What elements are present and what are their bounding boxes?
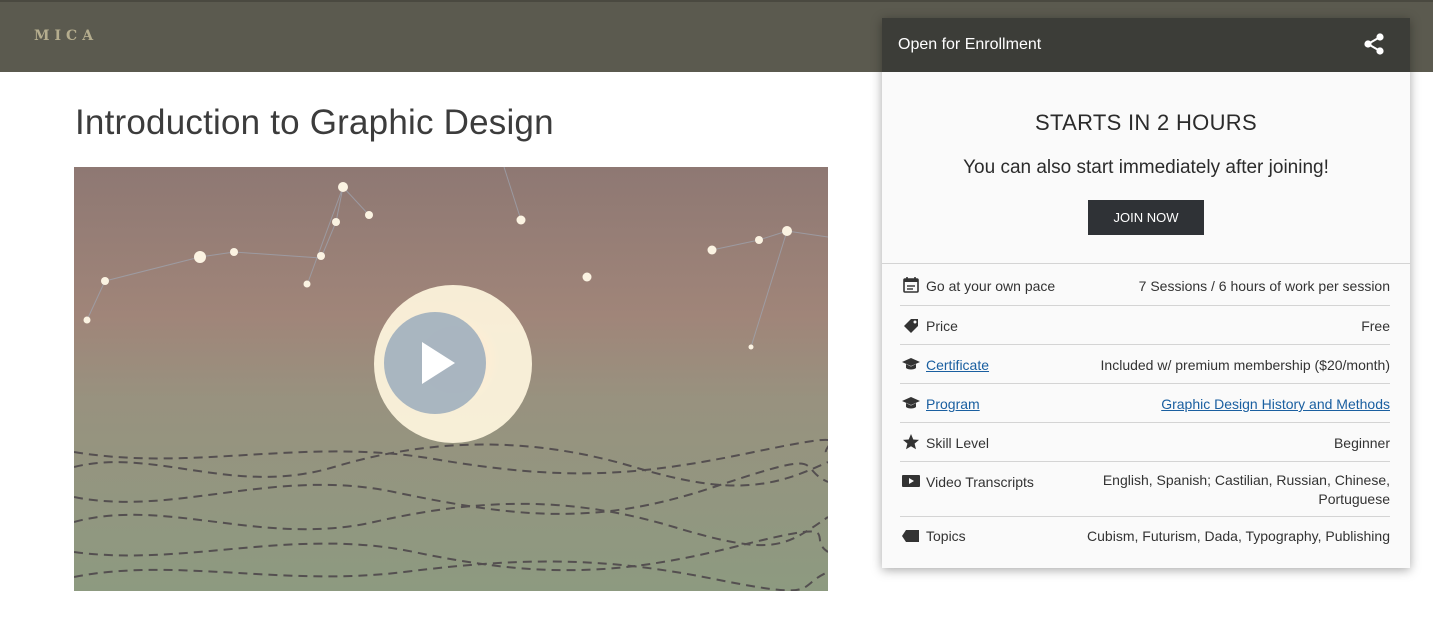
certificate-link[interactable]: Certificate: [926, 357, 989, 373]
enrollment-status: Open for Enrollment: [898, 36, 1042, 53]
detail-row-program: Program Graphic Design History and Metho…: [900, 384, 1390, 423]
share-icon[interactable]: [1360, 32, 1388, 58]
start-time: STARTS IN 2 HOURS: [1035, 110, 1257, 135]
tag-icon: [902, 527, 920, 545]
detail-row-topics: Topics Cubism, Futurism, Dada, Typograph…: [900, 517, 1390, 557]
graduation-cap-icon: [902, 394, 920, 412]
graduation-cap-icon: [902, 355, 920, 373]
detail-row-pace: Go at your own pace 7 Sessions / 6 hours…: [900, 264, 1390, 306]
play-button-inner: [384, 312, 486, 414]
page-title: Introduction to Graphic Design: [75, 103, 554, 142]
star-icon: [902, 433, 920, 451]
transcripts-line-2: Portuguese: [1318, 491, 1390, 507]
detail-row-transcripts: Video Transcripts English, Spanish; Cast…: [900, 462, 1390, 517]
join-now-button[interactable]: JOIN NOW: [1088, 200, 1204, 235]
detail-value: English, Spanish; Castilian, Russian, Ch…: [1103, 471, 1390, 509]
start-subtitle: You can also start immediately after joi…: [963, 157, 1329, 178]
calendar-icon: [902, 276, 920, 294]
detail-value: Free: [1361, 318, 1390, 334]
card-header: Open for Enrollment: [882, 18, 1410, 72]
detail-row-certificate: Certificate Included w/ premium membersh…: [900, 345, 1390, 384]
program-name-link[interactable]: Graphic Design History and Methods: [1161, 395, 1390, 414]
detail-label: Price: [926, 318, 958, 334]
detail-label: Video Transcripts: [926, 474, 1034, 490]
detail-value: 7 Sessions / 6 hours of work per session: [1138, 278, 1390, 294]
mica-logo[interactable]: MICA: [34, 28, 98, 44]
detail-value: Cubism, Futurism, Dada, Typography, Publ…: [1087, 528, 1390, 544]
detail-label: Go at your own pace: [926, 278, 1056, 294]
price-tag-icon: [902, 316, 920, 334]
detail-label: Topics: [926, 528, 966, 544]
course-video[interactable]: [74, 167, 828, 591]
enrollment-card: Open for Enrollment STARTS IN 2 HOURS Yo…: [882, 18, 1410, 568]
play-icon: [422, 342, 455, 384]
video-play-icon: [902, 472, 920, 490]
detail-row-price: Price Free: [900, 306, 1390, 345]
detail-row-skill: Skill Level Beginner: [900, 423, 1390, 462]
detail-label: Skill Level: [926, 435, 990, 451]
detail-value: Included w/ premium membership ($20/mont…: [1100, 357, 1390, 373]
course-details: Go at your own pace 7 Sessions / 6 hours…: [900, 264, 1390, 557]
play-button[interactable]: [374, 285, 532, 443]
detail-value: Beginner: [1333, 435, 1390, 451]
program-link[interactable]: Program: [926, 396, 980, 412]
transcripts-line-1: English, Spanish; Castilian, Russian, Ch…: [1102, 472, 1390, 488]
